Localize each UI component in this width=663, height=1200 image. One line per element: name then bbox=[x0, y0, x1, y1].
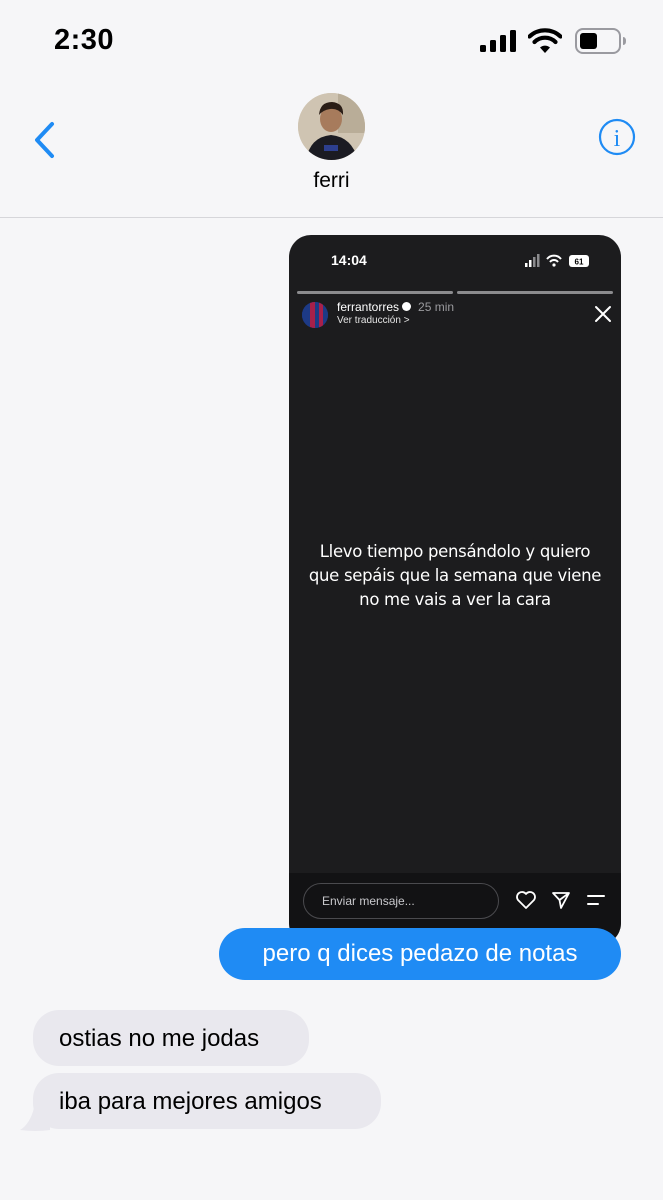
verified-badge-icon bbox=[402, 302, 412, 311]
conversation-header: ferri i bbox=[0, 80, 663, 218]
incoming-message-text: iba para mejores amigos bbox=[59, 1088, 322, 1115]
avatar-photo bbox=[298, 93, 365, 160]
heart-icon bbox=[516, 891, 536, 909]
menu-icon bbox=[587, 895, 605, 905]
contact-avatar[interactable] bbox=[298, 93, 365, 160]
svg-text:i: i bbox=[614, 126, 621, 152]
story-user-avatar bbox=[302, 302, 328, 328]
story-text-line-2: que sepáis que la semana que viene bbox=[308, 566, 602, 585]
status-bar: 2:30 bbox=[0, 0, 663, 80]
story-text: Llevo tiempo pensándolo y quiero que sep… bbox=[289, 540, 621, 612]
back-chevron-icon[interactable] bbox=[30, 120, 60, 160]
wifi-icon bbox=[528, 28, 562, 53]
story-progress-2 bbox=[457, 291, 613, 294]
incoming-message-text: ostias no me jodas bbox=[59, 1025, 260, 1052]
story-time-ago: 25 min bbox=[418, 300, 455, 314]
incoming-message-bubble[interactable]: ostias no me jodas bbox=[33, 1010, 309, 1066]
story-text-line-3: no me vais a ver la cara bbox=[359, 590, 551, 609]
send-icon bbox=[552, 892, 570, 909]
incoming-message-bubble[interactable]: iba para mejores amigos bbox=[33, 1073, 381, 1129]
story-screenshot-image[interactable]: 14:04 61 ferrantorres 25 min Ver traducci… bbox=[289, 235, 621, 945]
screenshot-status-icons: 61 bbox=[525, 254, 589, 267]
outgoing-message-text: pero q dices pedazo de notas bbox=[262, 940, 578, 967]
close-icon bbox=[595, 306, 611, 322]
status-time: 2:30 bbox=[54, 24, 115, 56]
story-username: ferrantorres bbox=[337, 300, 400, 314]
story-username-line: ferrantorres 25 min bbox=[337, 300, 454, 314]
story-message-input: Enviar mensaje... bbox=[303, 883, 499, 919]
screenshot-battery-label: 61 bbox=[575, 258, 584, 267]
cellular-signal-icon bbox=[480, 30, 516, 52]
translate-link: Ver traducción > bbox=[337, 315, 410, 326]
story-progress-1 bbox=[297, 291, 453, 294]
contact-name[interactable]: ferri bbox=[0, 169, 663, 193]
screenshot-time: 14:04 bbox=[331, 252, 367, 268]
battery-icon bbox=[575, 28, 626, 54]
story-text-line-1: Llevo tiempo pensándolo y quiero bbox=[319, 542, 591, 561]
outgoing-message-bubble[interactable]: pero q dices pedazo de notas bbox=[219, 928, 621, 980]
info-icon[interactable]: i bbox=[598, 118, 636, 156]
story-input-placeholder: Enviar mensaje... bbox=[322, 894, 415, 908]
